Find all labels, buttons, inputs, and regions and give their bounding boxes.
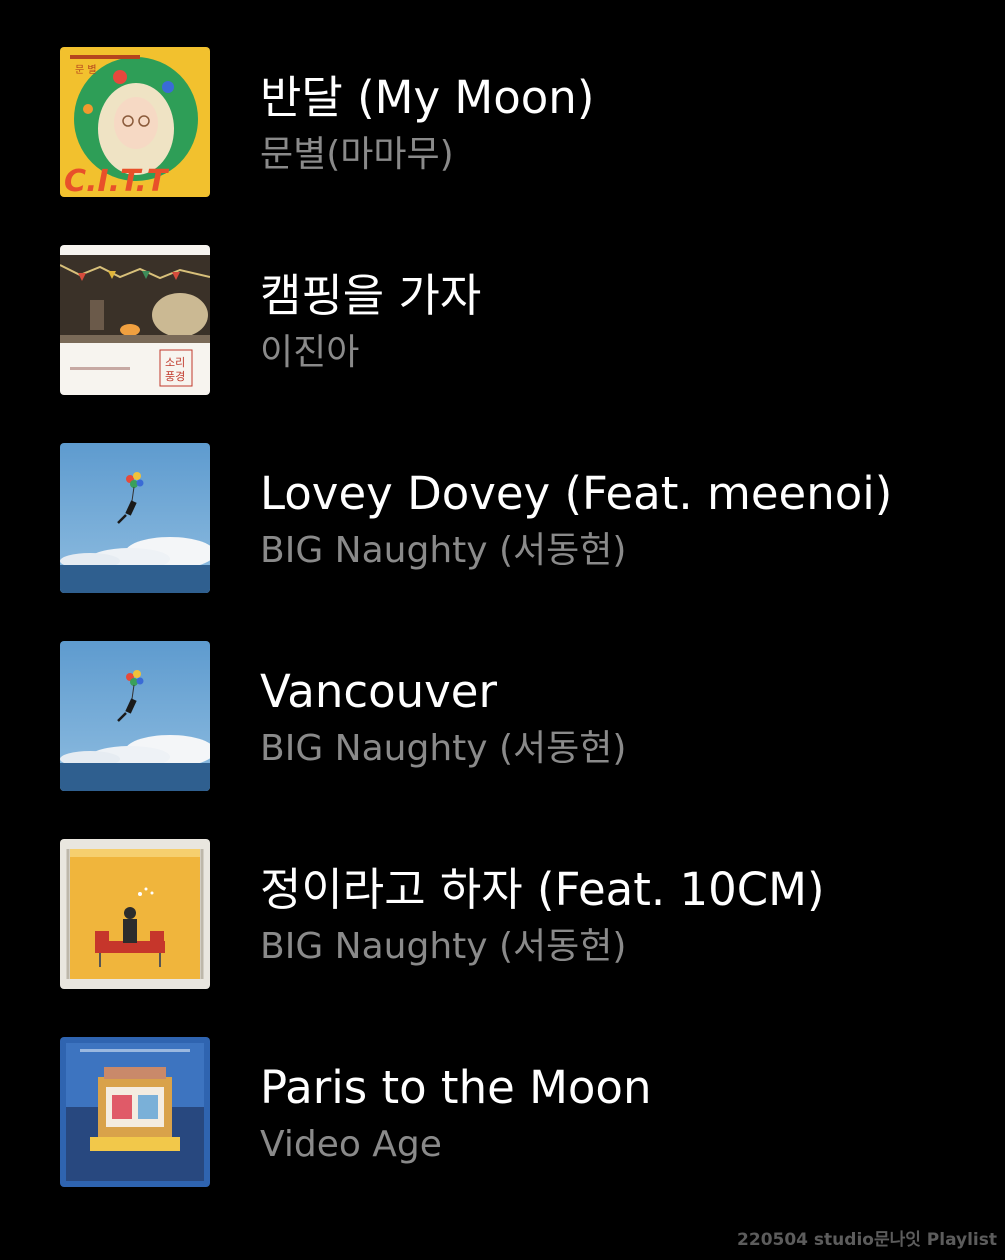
album-art-balloons[interactable] — [60, 443, 210, 593]
track-title: 반달 (My Moon) — [260, 71, 595, 124]
track-row[interactable]: Lovey Dovey (Feat. meenoi) BIG Naughty (… — [0, 396, 1005, 594]
track-title: 정이라고 하자 (Feat. 10CM) — [260, 863, 825, 916]
track-row[interactable]: Vancouver BIG Naughty (서동현) — [0, 594, 1005, 792]
track-title: 캠핑을 가자 — [260, 269, 482, 322]
art-label-1: 소리 — [165, 356, 185, 369]
track-artist: BIG Naughty (서동현) — [260, 530, 627, 571]
album-art-yellow-studio[interactable] — [60, 839, 210, 989]
track-title: Vancouver — [260, 665, 497, 718]
track-row[interactable]: 정이라고 하자 (Feat. 10CM) BIG Naughty (서동현) — [0, 792, 1005, 990]
track-artist: BIG Naughty (서동현) — [260, 926, 627, 967]
album-art-balloons[interactable] — [60, 641, 210, 791]
art-subtitle: 문 별 — [75, 64, 97, 76]
album-art-paris[interactable] — [60, 1037, 210, 1187]
track-row[interactable]: 문 별 C.I.T.T 반달 (My Moon) 문별(마마무) — [0, 0, 1005, 198]
album-art-citt[interactable]: 문 별 C.I.T.T — [60, 47, 210, 197]
track-artist: Video Age — [260, 1124, 442, 1165]
track-artist: 문별(마마무) — [260, 134, 454, 175]
track-title: Lovey Dovey (Feat. meenoi) — [260, 467, 893, 520]
art-title: C.I.T.T — [64, 164, 170, 197]
art-label-2: 풍경 — [165, 370, 185, 383]
track-row[interactable]: 소리 풍경 캠핑을 가자 이진아 — [0, 198, 1005, 396]
watermark-caption: 220504 studio문나잇 Playlist — [737, 1230, 997, 1250]
track-title: Paris to the Moon — [260, 1061, 652, 1114]
track-artist: BIG Naughty (서동현) — [260, 728, 627, 769]
track-artist: 이진아 — [260, 332, 360, 373]
track-row[interactable]: Paris to the Moon Video Age — [0, 990, 1005, 1188]
album-art-camping[interactable]: 소리 풍경 — [60, 245, 210, 395]
